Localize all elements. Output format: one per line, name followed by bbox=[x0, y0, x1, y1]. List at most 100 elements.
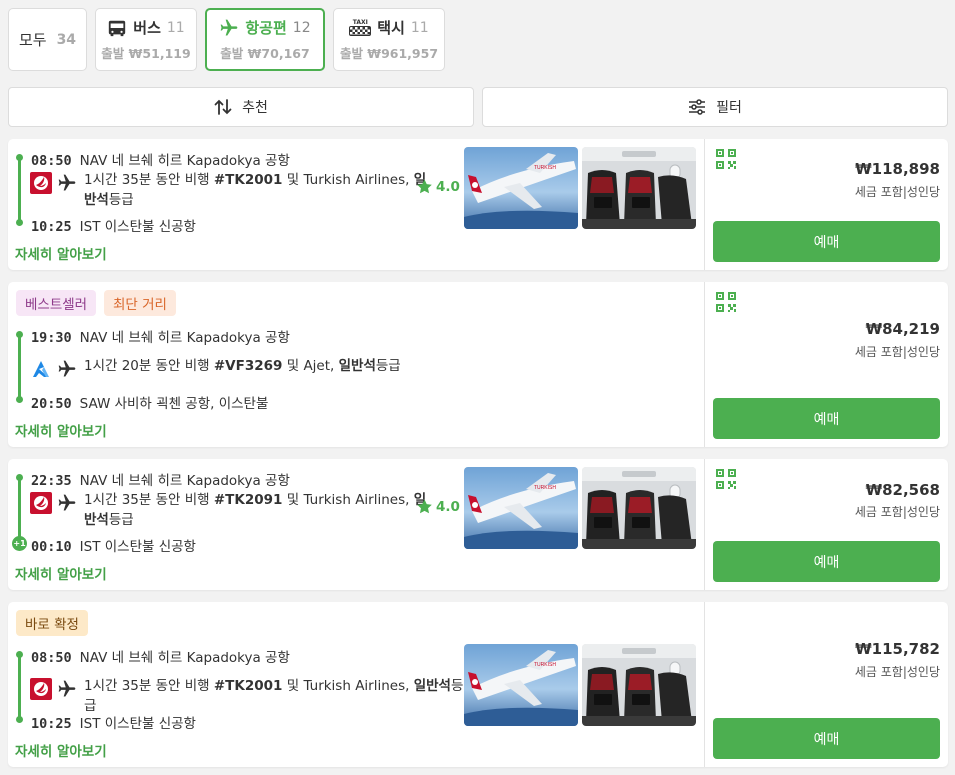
price-panel: ₩118,898 세금 포함|성인당 예매 bbox=[704, 139, 948, 270]
airplane-icon bbox=[57, 173, 77, 193]
arrival-time: 00:10 bbox=[31, 539, 72, 555]
tab-taxi[interactable]: TAXI 택시 11 출발 ₩961,957 bbox=[333, 8, 445, 71]
departure-time: 08:50 bbox=[31, 650, 72, 666]
flight-card[interactable]: 바로 확정 08:50 NAV 네 브쉐 히르 Kapadokya 공항 1시간 … bbox=[8, 602, 948, 767]
book-button[interactable]: 예매 bbox=[713, 398, 940, 439]
rating-value: 4.0 bbox=[436, 178, 460, 195]
cabin-photo[interactable] bbox=[582, 147, 696, 229]
rating: 4.0 bbox=[416, 498, 460, 515]
cabin-class: 일반석 bbox=[338, 358, 376, 374]
sort-label: 추천 bbox=[242, 100, 268, 116]
bestseller-badge: 베스트셀러 bbox=[16, 290, 97, 316]
tab-bus-label: 버스 bbox=[133, 19, 161, 37]
rating-value: 4.0 bbox=[436, 498, 460, 515]
arrival-time: 10:25 bbox=[31, 219, 72, 235]
timeline bbox=[18, 477, 21, 543]
cabin-class: 일반석 bbox=[413, 678, 451, 694]
turkish-airlines-logo bbox=[30, 678, 52, 700]
departure-row: 08:50 NAV 네 브쉐 히르 Kapadokya 공항 bbox=[31, 646, 290, 666]
departure-time: 08:50 bbox=[31, 153, 72, 169]
price: ₩118,898 bbox=[855, 160, 940, 178]
arrival-place: SAW 사비하 괵첸 공항, 이스탄불 bbox=[79, 396, 269, 412]
flight-description: 1시간 35분 동안 비행 #TK2001 및 Turkish Airlines… bbox=[84, 678, 464, 714]
cabin-photo[interactable] bbox=[582, 644, 696, 726]
details-link[interactable]: 자세히 알아보기 bbox=[15, 563, 107, 583]
tab-all-count: 34 bbox=[56, 31, 77, 48]
departure-row: 19:30 NAV 네 브쉐 히르 Kapadokya 공항 bbox=[31, 326, 290, 346]
timeline-start-dot bbox=[16, 154, 23, 161]
departure-time: 19:30 bbox=[31, 330, 72, 346]
book-button[interactable]: 예매 bbox=[713, 221, 940, 262]
rating: 4.0 bbox=[416, 178, 460, 195]
timeline-start-dot bbox=[16, 651, 23, 658]
sort-arrows-icon bbox=[214, 99, 232, 115]
qr-code-icon bbox=[715, 148, 737, 170]
tab-taxi-count: 11 bbox=[410, 19, 429, 36]
aircraft-photo[interactable] bbox=[464, 644, 578, 726]
details-link[interactable]: 자세히 알아보기 bbox=[15, 420, 107, 440]
tab-flights[interactable]: 항공편 12 출발 ₩70,167 bbox=[205, 8, 325, 71]
arrival-row: 00:10 IST 이스탄불 신공항 bbox=[31, 535, 196, 555]
tab-taxi-label: 택시 bbox=[377, 19, 405, 37]
flight-number: #TK2001 bbox=[213, 678, 283, 694]
tab-flights-price: 출발 ₩70,167 bbox=[220, 46, 310, 61]
price: ₩84,219 bbox=[865, 320, 940, 338]
timeline-start-dot bbox=[16, 474, 23, 481]
price-note: 세금 포함|성인당 bbox=[854, 665, 940, 679]
timeline bbox=[18, 157, 21, 223]
aircraft-photo[interactable] bbox=[464, 467, 578, 549]
tab-bus[interactable]: 버스 11 출발 ₩51,119 bbox=[95, 8, 197, 71]
book-button[interactable]: 예매 bbox=[713, 541, 940, 582]
tab-flights-label: 항공편 bbox=[245, 19, 287, 37]
sort-button[interactable]: 추천 bbox=[8, 87, 474, 127]
details-link[interactable]: 자세히 알아보기 bbox=[15, 740, 107, 760]
cabin-photo[interactable] bbox=[582, 467, 696, 549]
flight-info: 1시간 35분 동안 비행 #TK2091 및 Turkish Airlines… bbox=[30, 490, 430, 530]
departure-row: 08:50 NAV 네 브쉐 히르 Kapadokya 공항 bbox=[31, 149, 290, 169]
arrival-place: IST 이스탄불 신공항 bbox=[79, 219, 196, 235]
bus-icon bbox=[107, 18, 127, 38]
tab-bus-count: 11 bbox=[166, 19, 185, 36]
departure-row: 22:35 NAV 네 브쉐 히르 Kapadokya 공항 bbox=[31, 469, 290, 489]
tab-all-label: 모두 bbox=[18, 31, 47, 49]
flight-number: #TK2001 bbox=[213, 172, 283, 188]
flight-description: 1시간 35분 동안 비행 #TK2001 및 Turkish Airlines… bbox=[84, 172, 427, 208]
airplane-icon bbox=[219, 18, 239, 38]
price-note: 세금 포함|성인당 bbox=[854, 345, 940, 359]
price: ₩115,782 bbox=[855, 640, 940, 658]
airplane-icon bbox=[57, 679, 77, 699]
shortest-badge: 최단 거리 bbox=[104, 290, 176, 316]
arrival-place: IST 이스탄불 신공항 bbox=[79, 716, 196, 732]
ajet-logo bbox=[30, 358, 52, 380]
flight-card[interactable]: +1 22:35 NAV 네 브쉐 히르 Kapadokya 공항 1시간 35분… bbox=[8, 459, 948, 590]
star-icon bbox=[416, 498, 433, 515]
aircraft-photo[interactable] bbox=[464, 147, 578, 229]
filter-button[interactable]: 필터 bbox=[482, 87, 948, 127]
flight-card[interactable]: 베스트셀러 최단 거리 19:30 NAV 네 브쉐 히르 Kapadokya 공… bbox=[8, 282, 948, 447]
flight-description: 1시간 20분 동안 비행 #VF3269 및 Ajet, 일반석등급 bbox=[84, 358, 401, 374]
star-icon bbox=[416, 178, 433, 195]
timeline-end-dot bbox=[16, 219, 23, 226]
price-note: 세금 포함|성인당 bbox=[854, 505, 940, 519]
price-panel: ₩82,568 세금 포함|성인당 예매 bbox=[704, 459, 948, 590]
tab-all[interactable]: 모두 34 bbox=[8, 8, 87, 71]
departure-place: NAV 네 브쉐 히르 Kapadokya 공항 bbox=[79, 330, 290, 346]
book-button[interactable]: 예매 bbox=[713, 718, 940, 759]
details-link[interactable]: 자세히 알아보기 bbox=[15, 243, 107, 263]
airplane-icon bbox=[57, 359, 77, 379]
filter-label: 필터 bbox=[716, 100, 742, 116]
arrival-row: 10:25 IST 이스탄불 신공항 bbox=[31, 712, 196, 732]
price-panel: ₩84,219 세금 포함|성인당 예매 bbox=[704, 282, 948, 447]
arrival-row: 20:50 SAW 사비하 괵첸 공항, 이스탄불 bbox=[31, 392, 268, 412]
airplane-icon bbox=[57, 493, 77, 513]
departure-place: NAV 네 브쉐 히르 Kapadokya 공항 bbox=[79, 650, 290, 666]
timeline bbox=[18, 334, 21, 400]
instant-confirm-badge: 바로 확정 bbox=[16, 610, 88, 636]
flight-card[interactable]: 08:50 NAV 네 브쉐 히르 Kapadokya 공항 1시간 35분 동안… bbox=[8, 139, 948, 270]
arrival-place: IST 이스탄불 신공항 bbox=[79, 539, 196, 555]
turkish-airlines-logo bbox=[30, 172, 52, 194]
departure-place: NAV 네 브쉐 히르 Kapadokya 공항 bbox=[79, 473, 290, 489]
flight-info: 1시간 35분 동안 비행 #TK2001 및 Turkish Airlines… bbox=[30, 170, 430, 210]
tab-bus-price: 출발 ₩51,119 bbox=[101, 46, 191, 61]
flight-description: 1시간 35분 동안 비행 #TK2091 및 Turkish Airlines… bbox=[84, 492, 427, 528]
